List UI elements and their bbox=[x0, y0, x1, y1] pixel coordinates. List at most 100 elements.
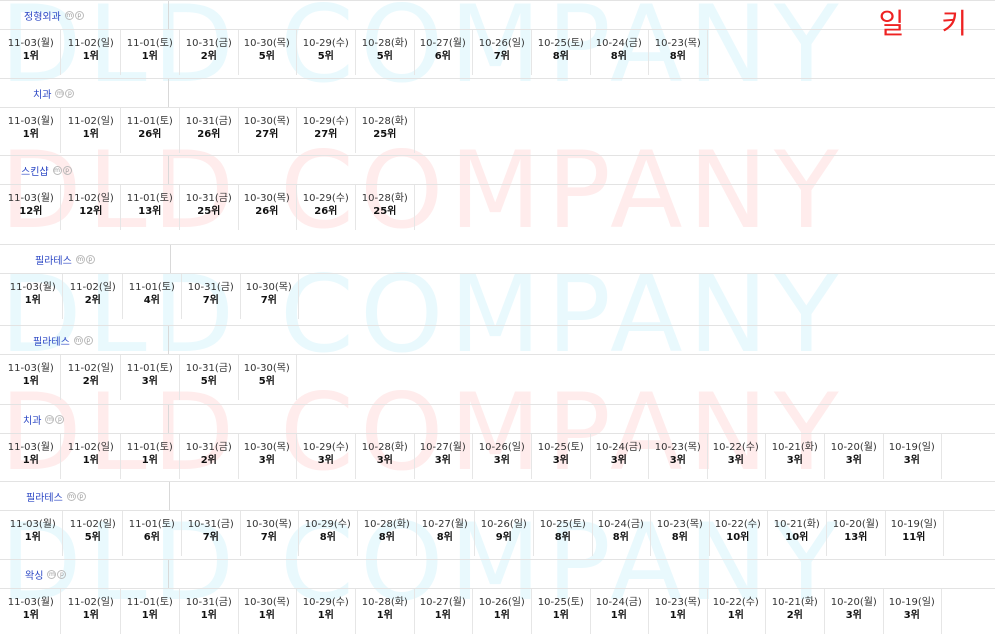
rank-date: 10-24(금) bbox=[597, 519, 644, 530]
rank-value: 7위 bbox=[260, 295, 277, 306]
rank-cell: 10-21(화) 2위 bbox=[766, 589, 825, 634]
rank-cell: 10-29(수) 8위 bbox=[299, 511, 358, 556]
rank-date: 10-28(화) bbox=[363, 519, 410, 530]
header-divider bbox=[170, 245, 171, 273]
rank-cell: 10-29(수) 27위 bbox=[297, 108, 356, 153]
rank-cell: 10-25(토) 1위 bbox=[532, 589, 591, 634]
mobile-icon[interactable]: m bbox=[64, 11, 74, 20]
rank-value: 12위 bbox=[79, 206, 103, 217]
mobile-pc-toggle: mp bbox=[47, 570, 67, 579]
corner-label: 일 키 bbox=[878, 7, 981, 40]
rank-cell: 11-01(토) 13위 bbox=[121, 185, 180, 230]
keyword-link[interactable]: 왁싱 bbox=[25, 567, 43, 582]
rank-date: 10-30(목) bbox=[243, 597, 290, 608]
keyword-link[interactable]: 치과 bbox=[23, 412, 41, 427]
rank-date: 11-02(일) bbox=[67, 442, 114, 453]
rank-value: 9위 bbox=[495, 532, 512, 543]
rank-value: 1위 bbox=[24, 532, 41, 543]
section-title: 필라테스 m p bbox=[35, 252, 95, 267]
keyword-link[interactable]: 치과 bbox=[33, 86, 51, 101]
rank-value: 1위 bbox=[141, 455, 158, 466]
rank-date: 10-29(수) bbox=[302, 442, 349, 453]
rank-value: 1위 bbox=[434, 610, 451, 621]
rank-date: 10-25(토) bbox=[539, 519, 586, 530]
rank-value: 1위 bbox=[258, 610, 275, 621]
header-divider bbox=[168, 156, 169, 184]
rank-value: 2위 bbox=[84, 295, 101, 306]
header-divider bbox=[168, 326, 169, 354]
rank-value: 8위 bbox=[610, 51, 627, 62]
rank-cell: 10-20(월) 3위 bbox=[825, 589, 884, 634]
pc-icon[interactable]: p bbox=[57, 570, 67, 579]
section-header: 치과 m p bbox=[0, 404, 995, 434]
section-header: 정형외과 m p bbox=[0, 0, 995, 30]
rank-date: 10-26(일) bbox=[478, 442, 525, 453]
rank-value: 1위 bbox=[22, 376, 39, 387]
rank-cell: 10-30(목) 7위 bbox=[240, 511, 299, 556]
pc-icon[interactable]: p bbox=[85, 255, 95, 264]
rank-value: 3위 bbox=[845, 610, 862, 621]
rank-cell: 11-01(토) 1위 bbox=[121, 30, 180, 75]
rank-date: 10-23(목) bbox=[654, 597, 701, 608]
rank-date: 10-29(수) bbox=[302, 38, 349, 49]
keyword-link[interactable]: 스킨샵 bbox=[21, 163, 49, 178]
rank-value: 6위 bbox=[434, 51, 451, 62]
rank-cell: 10-28(화) 8위 bbox=[358, 511, 417, 556]
mobile-icon[interactable]: m bbox=[66, 492, 76, 501]
mobile-icon[interactable]: m bbox=[52, 166, 62, 175]
rank-date: 10-29(수) bbox=[302, 597, 349, 608]
rank-date: 11-03(월) bbox=[7, 363, 54, 374]
mobile-icon[interactable]: m bbox=[45, 415, 55, 424]
rank-cell: 10-22(수) 1위 bbox=[707, 589, 766, 634]
pc-icon[interactable]: p bbox=[74, 11, 84, 20]
rank-value: 2위 bbox=[200, 51, 217, 62]
rank-cell: 10-29(수) 1위 bbox=[297, 589, 356, 634]
rank-cell: 10-20(월) 13위 bbox=[827, 511, 886, 556]
rank-date: 10-27(월) bbox=[419, 38, 466, 49]
rank-date: 10-31(금) bbox=[185, 597, 232, 608]
rank-value: 8위 bbox=[378, 532, 395, 543]
pc-icon[interactable]: p bbox=[55, 415, 65, 424]
rank-cell: 10-24(금) 8위 bbox=[590, 30, 649, 75]
rank-row: 11-03(월) 1위 11-02(일) 1위 11-01(토) 1위 10-31(금) 2위… bbox=[0, 30, 995, 75]
mobile-pc-toggle: mp bbox=[52, 166, 72, 175]
rank-cell: 10-31(금) 1위 bbox=[180, 589, 239, 634]
rank-value: 12위 bbox=[19, 206, 43, 217]
pc-icon[interactable]: p bbox=[76, 492, 86, 501]
rank-value: 10위 bbox=[726, 532, 750, 543]
ranking-section: 치과 m p 11-03(월) 1위 11-02(일) 1위 11-01(토) 1위 10-31(… bbox=[0, 404, 995, 479]
rank-cell: 10-24(금) 3위 bbox=[590, 434, 649, 479]
rank-cell: 10-25(토) 8위 bbox=[534, 511, 593, 556]
rank-date: 10-25(토) bbox=[537, 597, 584, 608]
mobile-icon[interactable]: m bbox=[47, 570, 57, 579]
rank-value: 2위 bbox=[786, 610, 803, 621]
rank-value: 2위 bbox=[200, 455, 217, 466]
mobile-icon[interactable]: m bbox=[73, 336, 83, 345]
rank-value: 5위 bbox=[258, 51, 275, 62]
rank-date: 11-03(월) bbox=[7, 116, 54, 127]
rank-value: 8위 bbox=[671, 532, 688, 543]
pc-icon[interactable]: p bbox=[62, 166, 72, 175]
ranking-section: 정형외과 m p 11-03(월) 1위 11-02(일) 1위 11-01(토) 1위 10-3… bbox=[0, 0, 995, 75]
rank-value: 3위 bbox=[727, 455, 744, 466]
keyword-link[interactable]: 필라테스 bbox=[33, 333, 70, 348]
rank-date: 10-22(수) bbox=[712, 597, 759, 608]
rank-date: 10-25(토) bbox=[537, 442, 584, 453]
rank-date: 10-24(금) bbox=[595, 597, 642, 608]
mobile-icon[interactable]: m bbox=[75, 255, 85, 264]
rank-row: 11-03(월) 1위 11-02(일) 1위 11-01(토) 26위 10-31(금) 2… bbox=[0, 108, 995, 153]
pc-icon[interactable]: p bbox=[65, 89, 75, 98]
keyword-link[interactable]: 필라테스 bbox=[35, 252, 72, 267]
rank-value: 1위 bbox=[82, 610, 99, 621]
rank-cell: 10-30(목) 3위 bbox=[238, 434, 297, 479]
rank-date: 11-01(토) bbox=[126, 193, 173, 204]
rank-cell: 10-31(금) 2위 bbox=[180, 434, 239, 479]
rank-date: 10-19(일) bbox=[888, 442, 935, 453]
rank-date: 10-30(목) bbox=[243, 116, 290, 127]
keyword-link[interactable]: 필라테스 bbox=[26, 489, 63, 504]
pc-icon[interactable]: p bbox=[83, 336, 93, 345]
mobile-icon[interactable]: m bbox=[55, 89, 65, 98]
rank-value: 3위 bbox=[903, 455, 920, 466]
rank-date: 11-02(일) bbox=[67, 38, 114, 49]
keyword-link[interactable]: 정형외과 bbox=[24, 8, 61, 23]
